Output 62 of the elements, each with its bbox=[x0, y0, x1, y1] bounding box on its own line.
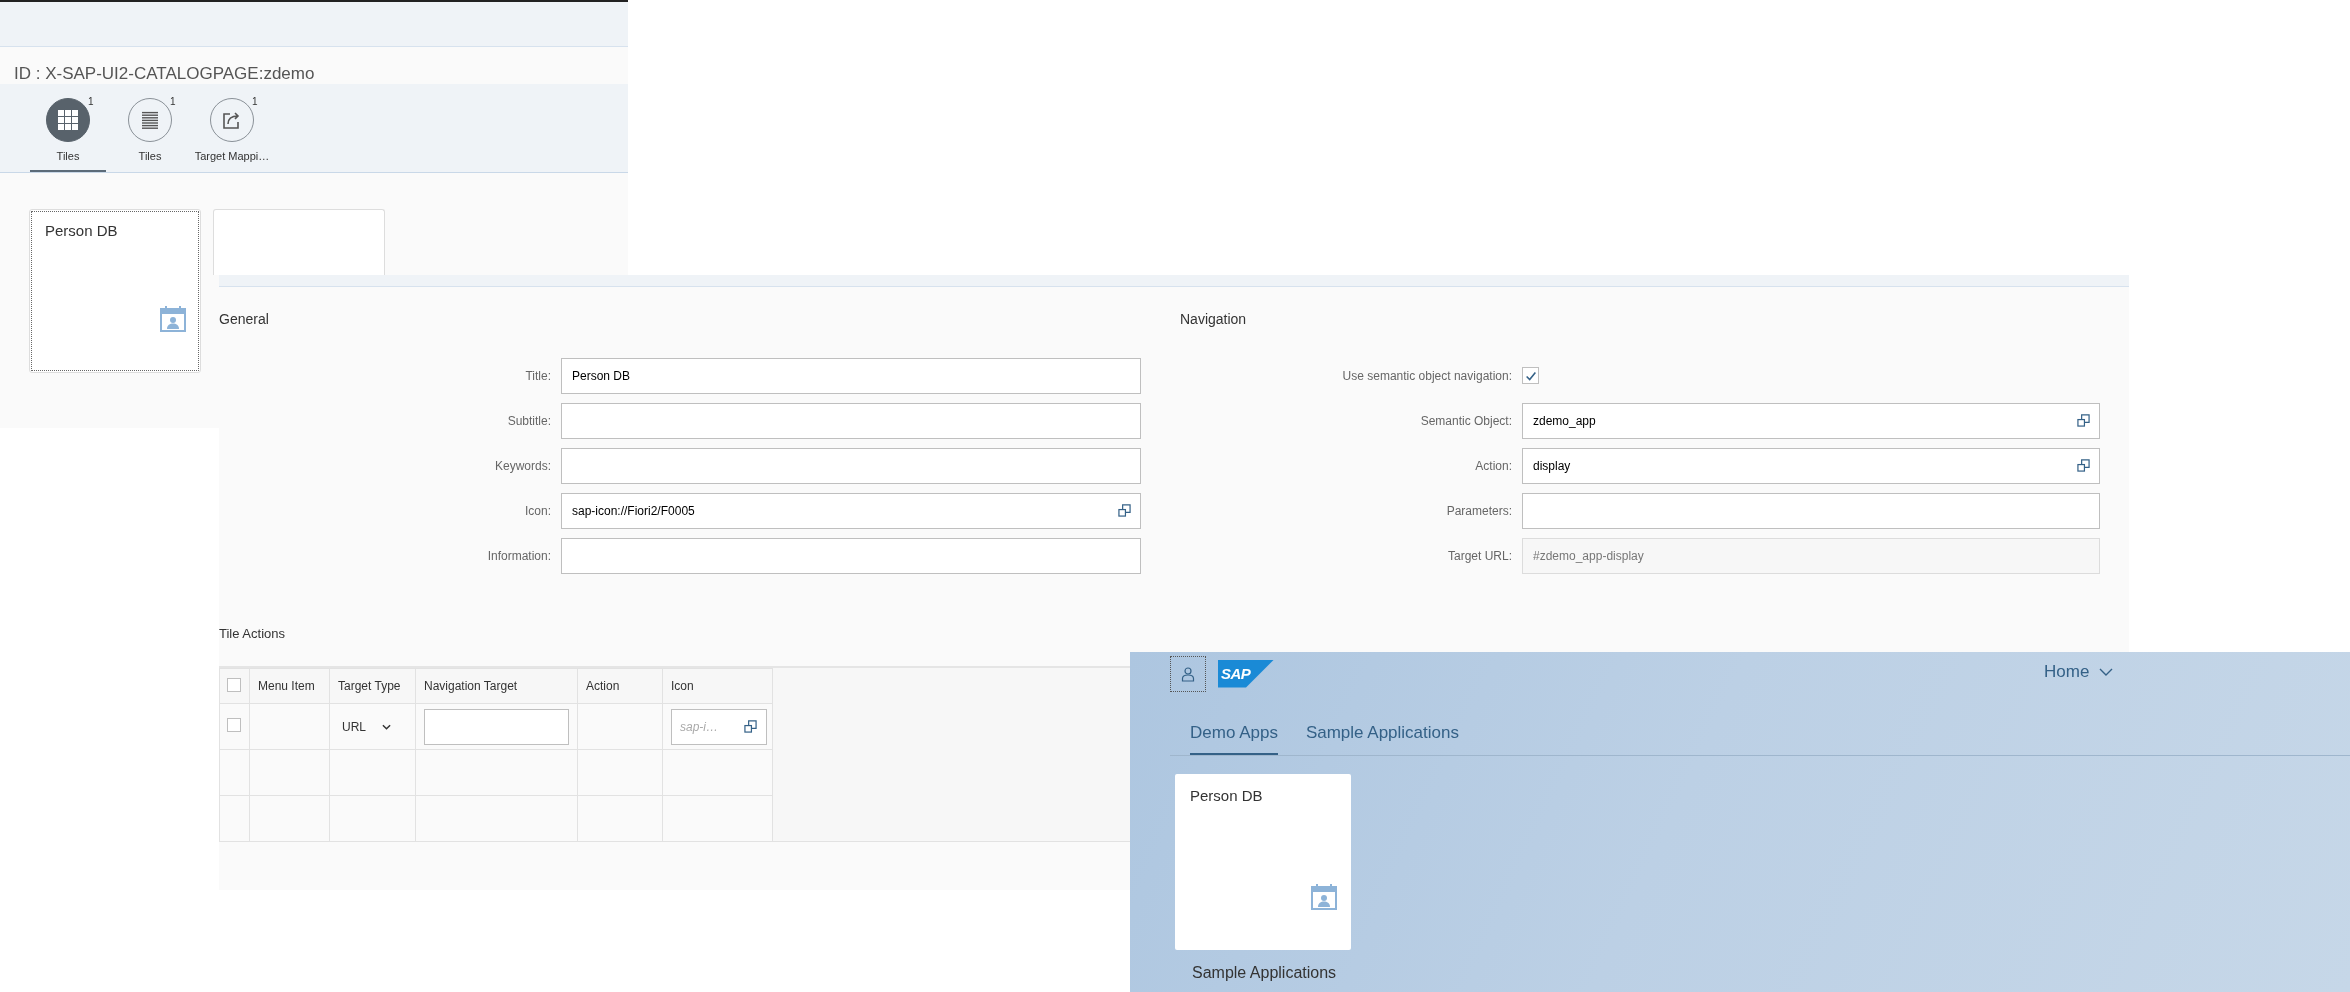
count-label: 1 bbox=[170, 96, 176, 107]
list-icon bbox=[140, 110, 160, 130]
input-field[interactable] bbox=[1522, 492, 2100, 529]
field-label: Icon: bbox=[524, 503, 552, 518]
input-field[interactable]: zdemo_app bbox=[1522, 402, 2100, 439]
input-field[interactable]: display bbox=[1522, 447, 2100, 484]
launchpad-tab[interactable]: Sample Applications bbox=[1305, 723, 1459, 755]
field-label: Parameters: bbox=[1445, 503, 1513, 518]
home-menu[interactable]: Home bbox=[2044, 662, 2114, 682]
share-icon bbox=[222, 110, 242, 130]
icon-tab[interactable]: 1 Target Mappi… bbox=[194, 84, 270, 172]
launchpad-tab[interactable]: Demo Apps bbox=[1190, 723, 1278, 755]
input-field[interactable] bbox=[424, 708, 569, 745]
tile-title: Person DB bbox=[45, 222, 118, 239]
section-heading: Navigation bbox=[1179, 310, 1248, 329]
input-field[interactable]: Person DB bbox=[561, 357, 1141, 394]
column-header: Target Type bbox=[338, 679, 401, 693]
field-label: Use semantic object navigation: bbox=[1341, 368, 1513, 383]
field-label: Action: bbox=[1474, 458, 1513, 473]
icon-tab[interactable]: 1 Tiles bbox=[30, 84, 106, 172]
app-tile[interactable]: Person DB bbox=[1175, 774, 1351, 950]
blank-tile[interactable] bbox=[213, 209, 385, 275]
person-calendar-icon bbox=[1311, 884, 1337, 910]
column-header: Navigation Target bbox=[424, 679, 518, 693]
person-calendar-icon bbox=[160, 306, 186, 332]
input-field[interactable] bbox=[561, 537, 1141, 574]
input-field[interactable] bbox=[561, 447, 1141, 484]
field-label: Keywords: bbox=[493, 458, 552, 473]
section-heading: Tile Actions bbox=[219, 625, 286, 643]
section-heading: General bbox=[219, 310, 270, 329]
count-label: 1 bbox=[88, 96, 94, 107]
column-header: Action bbox=[586, 679, 620, 693]
input-field[interactable]: sap-icon://Fiori2/F0005 bbox=[561, 492, 1141, 529]
input-field[interactable] bbox=[561, 402, 1141, 439]
section-heading: Sample Applications bbox=[1191, 963, 1338, 982]
column-header: Menu Item bbox=[258, 679, 315, 693]
column-header: Icon bbox=[671, 679, 694, 693]
field-label: Subtitle: bbox=[506, 413, 552, 428]
field-label: Target URL: bbox=[1446, 548, 1513, 563]
input-field[interactable]: sap-i… bbox=[671, 708, 767, 745]
value-help-icon[interactable] bbox=[2077, 458, 2090, 472]
tile-title: Person DB bbox=[1190, 787, 1263, 804]
checkbox[interactable] bbox=[1522, 367, 1539, 384]
field-label: Title: bbox=[524, 368, 552, 383]
user-icon bbox=[1180, 665, 1196, 682]
field-label: Semantic Object: bbox=[1419, 413, 1513, 428]
checkbox[interactable] bbox=[227, 677, 241, 692]
value-help-icon[interactable] bbox=[744, 719, 757, 733]
target-type-select[interactable]: URL bbox=[338, 719, 391, 734]
user-button[interactable] bbox=[1170, 655, 1206, 692]
count-label: 1 bbox=[252, 96, 258, 107]
icon-tab[interactable]: 1 Tiles bbox=[112, 84, 188, 172]
value-help-icon[interactable] bbox=[1118, 503, 1131, 517]
logo: SAP bbox=[1218, 659, 1274, 688]
chevron-down-icon bbox=[2099, 668, 2114, 676]
catalog-id-title: ID : X-SAP-UI2-CATALOGPAGE:zdemo bbox=[13, 63, 316, 84]
app-tile[interactable]: Person DB bbox=[29, 209, 201, 373]
value-help-icon[interactable] bbox=[2077, 413, 2090, 427]
field-label: Information: bbox=[486, 548, 552, 563]
checkbox[interactable] bbox=[227, 718, 241, 732]
grid-icon bbox=[58, 110, 78, 130]
chevron-down-icon bbox=[382, 723, 391, 730]
